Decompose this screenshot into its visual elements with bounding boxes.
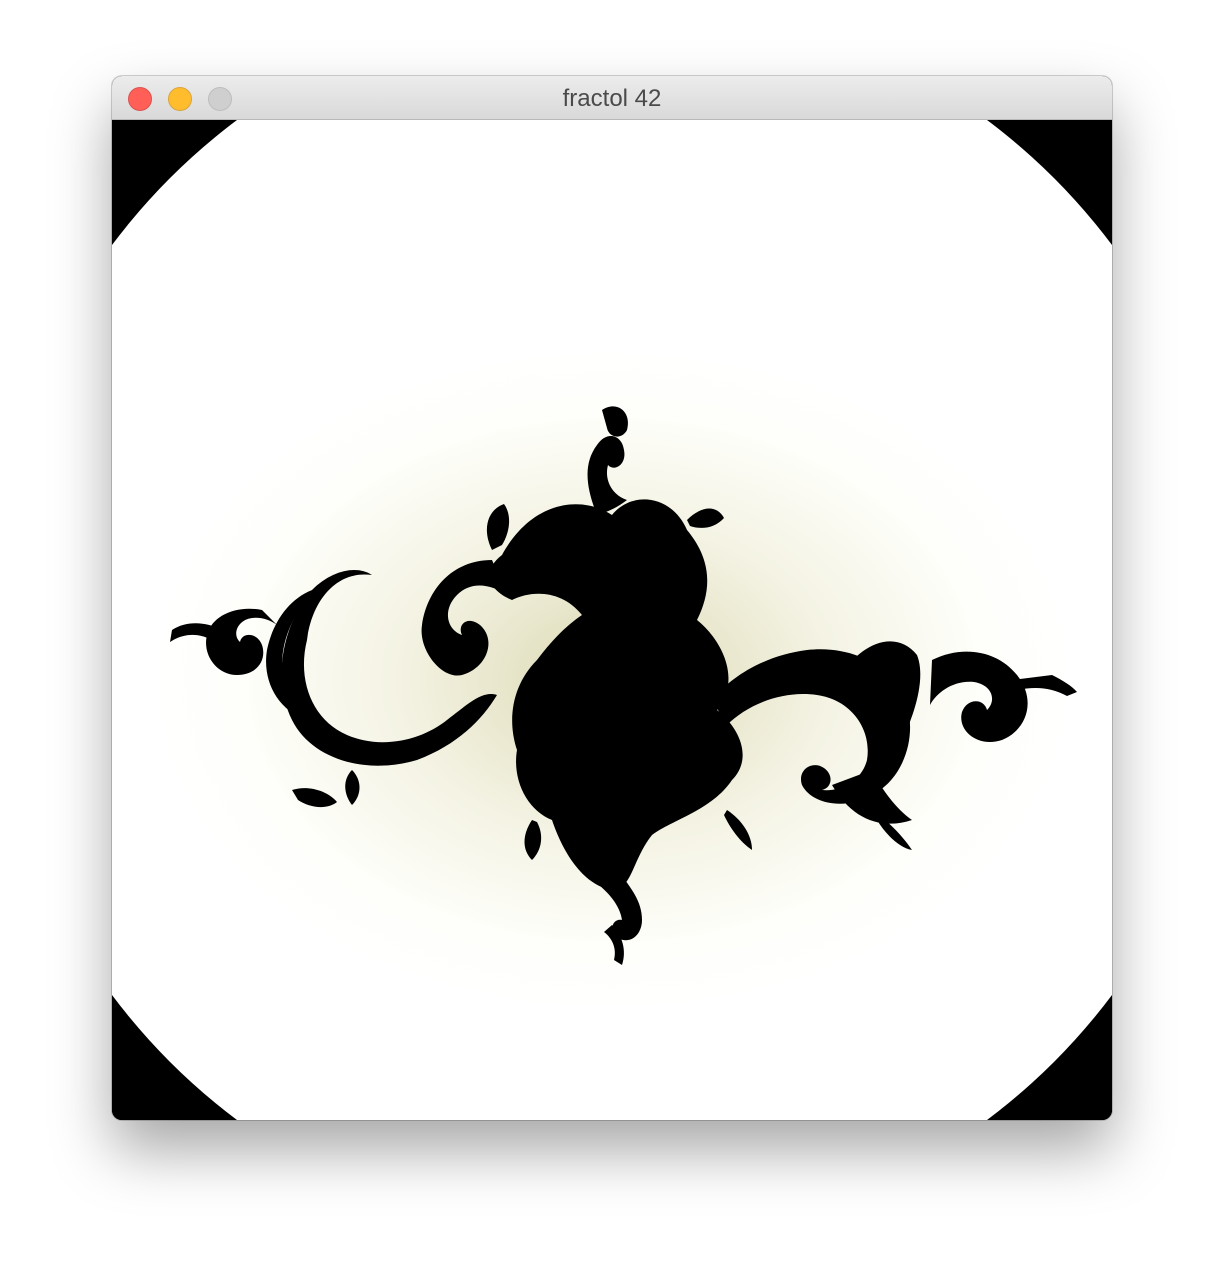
julia-set-render bbox=[112, 120, 1112, 1120]
title-bar[interactable]: fractol 42 bbox=[112, 76, 1112, 120]
window-title: fractol 42 bbox=[562, 85, 662, 112]
fractal-canvas[interactable] bbox=[112, 120, 1112, 1120]
app-window: fractol 42 bbox=[112, 76, 1112, 1120]
